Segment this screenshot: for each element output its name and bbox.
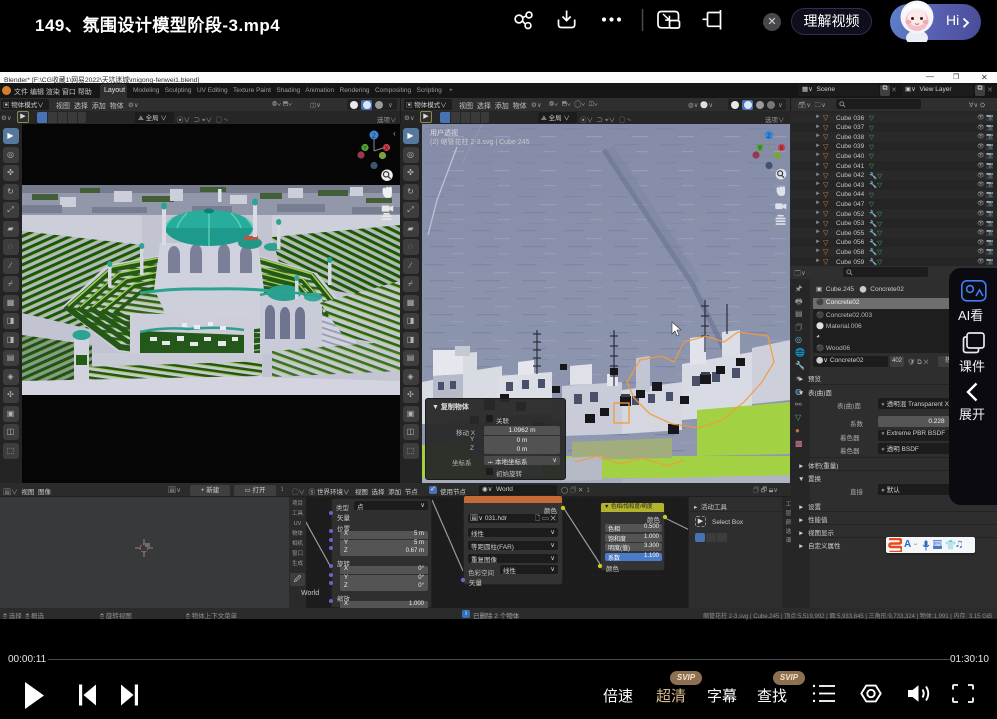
svg-text:X: X — [385, 146, 389, 152]
svg-text:Y: Y — [758, 146, 762, 152]
svg-text:Y: Y — [363, 146, 367, 152]
svg-text:Z: Z — [372, 134, 376, 140]
svg-text:Z: Z — [767, 134, 771, 140]
svg-text:X: X — [780, 146, 784, 152]
